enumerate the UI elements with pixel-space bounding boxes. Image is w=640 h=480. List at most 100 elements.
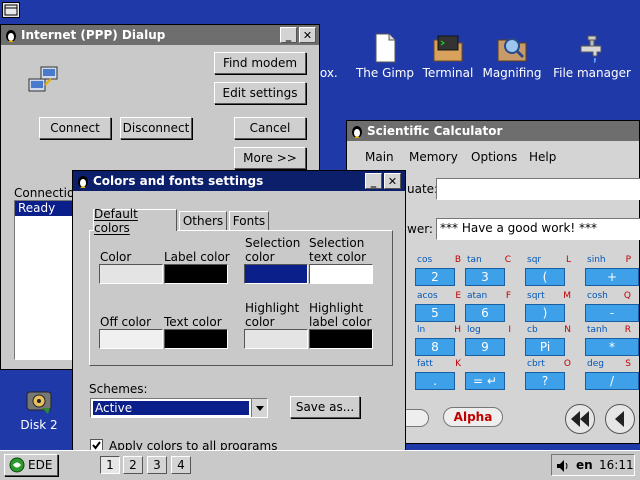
calc-key-button[interactable]: 9 xyxy=(465,338,505,356)
start-button[interactable]: EDE xyxy=(4,454,58,476)
off-color-label: Off color xyxy=(100,315,152,329)
schemes-select[interactable]: Active xyxy=(90,398,268,418)
off-color-swatch[interactable] xyxy=(99,329,163,349)
cancel-button[interactable]: Cancel xyxy=(234,117,306,139)
more-button[interactable]: More >> xyxy=(234,147,306,169)
tab-fonts[interactable]: Fonts xyxy=(229,211,269,231)
save-as-button[interactable]: Save as... xyxy=(290,396,360,418)
calc-key-button[interactable]: = ↵ xyxy=(465,372,505,390)
calc-key-label: sqrt M xyxy=(527,291,571,301)
menu-help[interactable]: Help xyxy=(529,150,556,164)
speaker-icon[interactable] xyxy=(555,458,571,474)
desktop-menu-icon[interactable] xyxy=(2,2,20,18)
document-icon xyxy=(375,33,396,63)
scheme-selected-value: Active xyxy=(93,401,249,415)
color-label: Color xyxy=(100,250,132,264)
label-color-swatch[interactable] xyxy=(164,264,228,284)
rewind-icon xyxy=(571,411,589,427)
workspace-1[interactable]: 1 xyxy=(100,456,120,474)
window-title: Scientific Calculator xyxy=(367,124,503,138)
close-button[interactable]: ✕ xyxy=(384,173,401,189)
calc-key-button[interactable]: * xyxy=(585,338,639,356)
calc-key-button[interactable]: . xyxy=(415,372,455,390)
calc-key-button[interactable]: / xyxy=(585,372,639,390)
calc-key-label: ln H xyxy=(417,325,461,335)
tux-icon xyxy=(78,176,88,188)
desktop-icon-magnifing[interactable]: Magnifing xyxy=(472,32,552,80)
rewind-button[interactable] xyxy=(565,404,595,434)
network-computers-icon xyxy=(28,66,58,92)
back-arrow-icon xyxy=(615,411,624,427)
calc-key-button[interactable]: 5 xyxy=(415,304,455,322)
colors-dialog-titlebar[interactable]: Colors and fonts settings _ ✕ xyxy=(73,171,405,191)
desktop-icon-file-manager[interactable]: File manager xyxy=(552,32,632,80)
highlight-label-color-swatch[interactable] xyxy=(309,329,373,349)
back-button[interactable] xyxy=(605,404,635,434)
schemes-label: Schemes: xyxy=(89,382,148,396)
calc-key-button[interactable]: Pi xyxy=(525,338,565,356)
tux-icon xyxy=(6,30,16,42)
menu-options[interactable]: Options xyxy=(471,150,517,164)
workspace-2[interactable]: 2 xyxy=(123,456,143,474)
ede-logo-icon xyxy=(9,457,25,473)
calc-key-button[interactable]: 3 xyxy=(465,268,505,286)
desktop-icon-disk-2[interactable]: Disk 2 xyxy=(9,386,69,432)
connection-list[interactable]: Ready xyxy=(14,200,76,360)
faucet-icon xyxy=(580,35,602,63)
keyboard-layout[interactable]: en xyxy=(576,458,593,472)
desktop-icon-label: The Gimp xyxy=(355,66,415,80)
calc-key-button[interactable]: ( xyxy=(525,268,565,286)
text-color-swatch[interactable] xyxy=(164,329,228,349)
evaluate-input[interactable] xyxy=(436,178,640,200)
dialup-titlebar[interactable]: Internet (PPP) Dialup _ ✕ xyxy=(1,25,319,45)
calc-key-label: log I xyxy=(467,325,511,335)
tab-default-colors[interactable]: Default colors xyxy=(93,207,177,235)
answer-label: wer: xyxy=(407,222,433,236)
window-title: Colors and fonts settings xyxy=(93,174,264,188)
connect-button[interactable]: Connect xyxy=(39,117,111,139)
color-swatch[interactable] xyxy=(99,264,163,284)
calc-key-label: sinh P xyxy=(587,255,631,265)
system-tray: en 16:11 xyxy=(551,454,635,476)
calc-key-button[interactable]: + xyxy=(585,268,639,286)
disk-drive-icon xyxy=(26,391,52,414)
selection-color-label: Selection color xyxy=(245,236,301,264)
edit-settings-button[interactable]: Edit settings xyxy=(214,82,306,104)
text-color-label: Text color xyxy=(164,315,222,329)
selection-text-color-swatch[interactable] xyxy=(309,264,373,284)
calc-key-button[interactable]: 2 xyxy=(415,268,455,286)
alpha-button[interactable]: Alpha xyxy=(443,407,503,427)
calc-key-label: tan C xyxy=(467,255,511,265)
calc-key-label: cos B xyxy=(417,255,461,265)
selection-color-swatch[interactable] xyxy=(244,264,308,284)
close-button[interactable]: ✕ xyxy=(299,27,316,43)
menu-memory[interactable]: Memory xyxy=(409,150,458,164)
calculator-menubar: Main Memory Options Help xyxy=(347,143,640,169)
list-item[interactable]: Ready xyxy=(15,201,75,216)
calc-key-label: tanh R xyxy=(587,325,631,335)
label-color-label: Label color xyxy=(164,250,230,264)
calc-key-button[interactable]: ? xyxy=(525,372,565,390)
minimize-button[interactable]: _ xyxy=(280,27,297,43)
window-title: Internet (PPP) Dialup xyxy=(21,28,166,42)
calc-key-button[interactable]: 6 xyxy=(465,304,505,322)
calculator-titlebar[interactable]: Scientific Calculator xyxy=(347,121,639,141)
calc-key-button[interactable]: 8 xyxy=(415,338,455,356)
dropdown-arrow-icon[interactable] xyxy=(251,399,267,417)
terminal-folder-icon xyxy=(433,35,463,62)
desktop-icon-label: File manager xyxy=(553,66,631,80)
highlight-color-swatch[interactable] xyxy=(244,329,308,349)
selection-text-color-label: Selection text color xyxy=(309,236,367,264)
minimize-button[interactable]: _ xyxy=(365,173,382,189)
find-modem-button[interactable]: Find modem xyxy=(214,52,306,74)
menu-main[interactable]: Main xyxy=(365,150,394,164)
calc-key-button[interactable]: - xyxy=(585,304,639,322)
workspace-4[interactable]: 4 xyxy=(171,456,191,474)
calc-key-label: fatt K xyxy=(417,359,461,369)
disconnect-button[interactable]: Disconnect xyxy=(120,117,192,139)
workspace-3[interactable]: 3 xyxy=(147,456,167,474)
desktop-icon-label: Disk 2 xyxy=(20,418,58,432)
taskbar xyxy=(0,450,640,480)
calc-key-button[interactable]: ) xyxy=(525,304,565,322)
tab-others[interactable]: Others xyxy=(179,211,227,231)
